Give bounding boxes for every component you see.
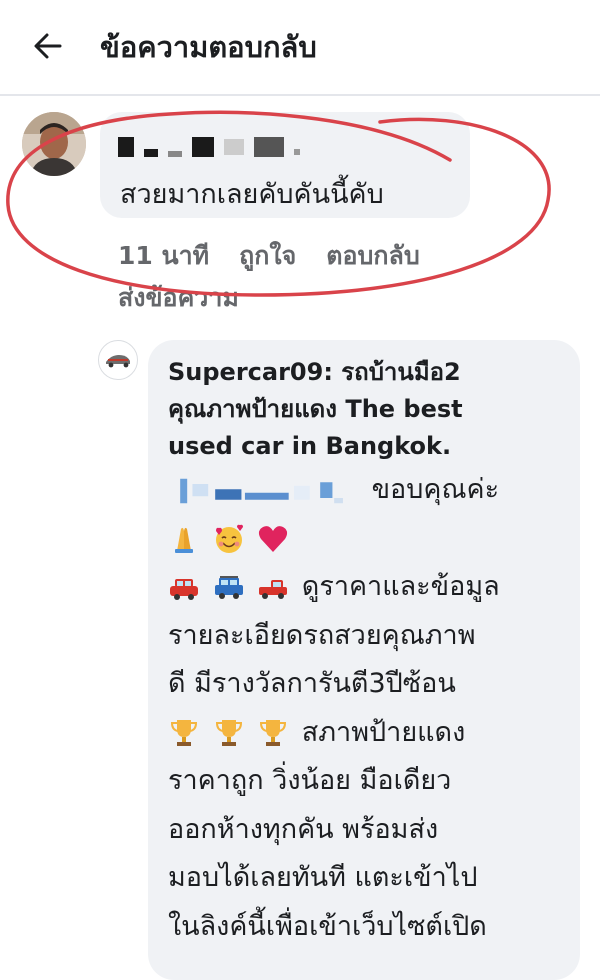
comment-actions: 11 นาที ถูกใจ ตอบกลับ: [118, 236, 420, 276]
send-message-button[interactable]: ส่งข้อความ: [118, 278, 239, 318]
page-avatar[interactable]: [98, 340, 138, 380]
top-bar: ข้อความตอบกลับ: [0, 0, 600, 96]
arrow-left-icon: [34, 33, 62, 59]
mention-line: ขอบคุณค่ะ: [168, 466, 568, 515]
redacted-mention: [180, 478, 343, 503]
comment-text: สวยมากเลยคับคันนี้คับ: [120, 179, 384, 210]
thanks-text: ขอบคุณค่ะ: [371, 474, 500, 505]
trophy-icon: [215, 720, 242, 746]
emoji-line: [168, 515, 568, 564]
pickup-truck-icon: [259, 579, 288, 599]
police-car-icon: [170, 578, 198, 600]
page-title: ข้อความตอบกลับ: [100, 30, 317, 64]
commenter-avatar[interactable]: [22, 112, 86, 176]
reply-author-name[interactable]: Supercar09: รถบ้านมือ2 คุณภาพป้ายแดง The…: [168, 354, 558, 465]
trophy-icon: [170, 720, 198, 746]
like-button[interactable]: ถูกใจ: [239, 236, 296, 276]
reply-bubble: Supercar09: รถบ้านมือ2 คุณภาพป้ายแดง The…: [148, 340, 580, 980]
cars-line: ดูราคาและข้อมูล: [168, 563, 568, 612]
reply-text: ขอบคุณค่ะ ดูราคาและข้อมูล รายละเอียดรถสว…: [168, 466, 568, 951]
red-heart-icon: [259, 526, 288, 552]
trophy-icon: [260, 720, 287, 746]
comment-bubble: สวยมากเลยคับคันนี้คับ: [100, 112, 470, 218]
comment-timestamp: 11 นาที: [118, 241, 210, 270]
trophy-line: สภาพป้ายแดง: [168, 709, 568, 758]
folded-hands-icon: [175, 527, 193, 553]
redacted-commenter-name: [118, 136, 300, 158]
sport-utility-vehicle-icon: [214, 575, 243, 599]
reply-button[interactable]: ตอบกลับ: [326, 236, 419, 276]
back-button[interactable]: [30, 28, 66, 64]
smiling-face-with-hearts-icon: [215, 524, 243, 553]
